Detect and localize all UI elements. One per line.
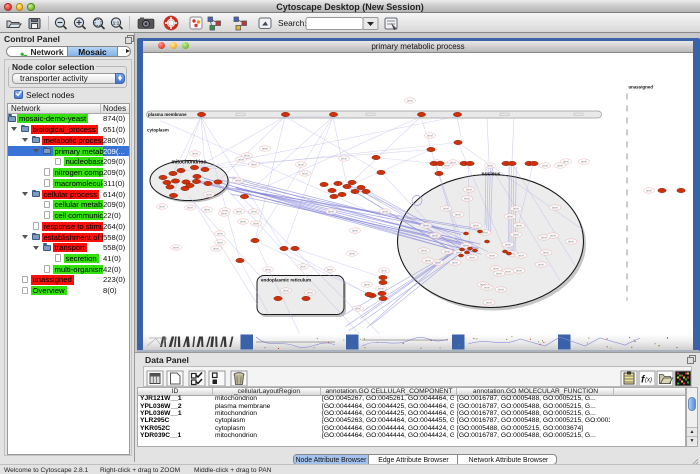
svg-text:1:1: 1:1 [113, 21, 120, 26]
svg-text:label: label [493, 266, 499, 270]
svg-text:label: label [382, 209, 388, 213]
svg-text:label: label [516, 268, 522, 272]
svg-text:label: label [262, 146, 268, 150]
svg-text:label: label [557, 163, 563, 167]
svg-text:label: label [563, 159, 569, 163]
svg-text:label: label [452, 260, 458, 264]
svg-text:plasma membrane: plasma membrane [148, 112, 187, 117]
svg-text:label: label [432, 233, 438, 237]
svg-text:label: label [505, 242, 511, 246]
svg-text:label: label [327, 267, 333, 271]
svg-text:label: label [187, 205, 193, 209]
svg-text:label: label [541, 235, 547, 239]
svg-text:label: label [568, 239, 574, 243]
svg-text:label: label [192, 151, 198, 155]
svg-text:label: label [253, 221, 259, 225]
svg-text:label: label [265, 267, 271, 271]
svg-text:label: label [298, 162, 304, 166]
svg-text:label: label [307, 290, 313, 294]
svg-text:label: label [364, 282, 370, 286]
svg-text:label: label [543, 250, 549, 254]
svg-text:label: label [407, 98, 413, 102]
svg-text:label: label [349, 251, 355, 255]
svg-text:label: label [425, 258, 431, 262]
svg-text:label: label [473, 223, 479, 227]
svg-text:mitochondrion: mitochondrion [172, 159, 207, 165]
svg-text:label: label [217, 231, 223, 235]
svg-text:label: label [466, 187, 472, 191]
svg-text:label: label [464, 196, 470, 200]
svg-text:endoplasmic reticulum: endoplasmic reticulum [261, 277, 311, 282]
svg-text:label: label [206, 192, 212, 196]
svg-text:label: label [469, 255, 475, 259]
svg-text:nucleus: nucleus [482, 171, 501, 177]
svg-text:label: label [435, 260, 441, 264]
svg-text:Search:: Search: [278, 18, 307, 28]
svg-text:label: label [328, 209, 334, 213]
svg-text:label: label [516, 223, 522, 227]
svg-text:label: label [646, 188, 652, 192]
svg-text:label: label [444, 249, 450, 253]
svg-text:label: label [238, 157, 244, 161]
svg-text:cytoplasm: cytoplasm [147, 127, 169, 132]
svg-text:label: label [542, 163, 548, 167]
svg-text:label: label [173, 245, 179, 249]
svg-text:label: label [581, 159, 587, 163]
svg-text:label: label [455, 212, 461, 216]
svg-text:label: label [486, 300, 492, 304]
svg-text:label: label [463, 243, 469, 247]
svg-text:label: label [423, 223, 429, 227]
svg-text:label: label [217, 240, 223, 244]
svg-text:label: label [355, 306, 361, 310]
svg-text:label: label [427, 133, 433, 137]
svg-text:label: label [443, 206, 449, 210]
svg-text:label: label [513, 232, 519, 236]
svg-text:label: label [552, 205, 558, 209]
svg-text:label: label [240, 219, 246, 223]
svg-text:unassigned: unassigned [629, 84, 654, 89]
svg-text:label: label [283, 288, 289, 292]
svg-text:label: label [302, 171, 308, 175]
svg-text:label: label [213, 246, 219, 250]
svg-text:label: label [507, 214, 513, 218]
svg-text:label: label [496, 271, 502, 275]
svg-text:label: label [378, 286, 384, 290]
svg-text:label: label [513, 206, 519, 210]
svg-text:label: label [550, 233, 556, 237]
svg-text:label: label [444, 163, 450, 167]
svg-text:label: label [341, 156, 347, 160]
svg-text:label: label [484, 285, 490, 289]
svg-text:label: label [505, 269, 511, 273]
svg-text:label: label [236, 209, 242, 213]
svg-text:label: label [487, 163, 493, 167]
svg-text:label: label [221, 211, 227, 215]
svg-text:(x): (x) [645, 378, 652, 384]
svg-text:label: label [538, 262, 544, 266]
svg-text:label: label [482, 230, 488, 234]
svg-text:label: label [251, 209, 257, 213]
svg-text:label: label [489, 253, 495, 257]
svg-text:label: label [352, 228, 358, 232]
svg-text:label: label [421, 248, 427, 252]
svg-text:label: label [381, 268, 387, 272]
svg-text:label: label [159, 204, 165, 208]
svg-text:label: label [518, 253, 524, 257]
svg-text:label: label [244, 153, 250, 157]
svg-text:label: label [204, 207, 210, 211]
svg-text:label: label [498, 287, 504, 291]
svg-text:label: label [251, 162, 257, 166]
svg-text:label: label [300, 264, 306, 268]
svg-text:label: label [235, 178, 241, 182]
